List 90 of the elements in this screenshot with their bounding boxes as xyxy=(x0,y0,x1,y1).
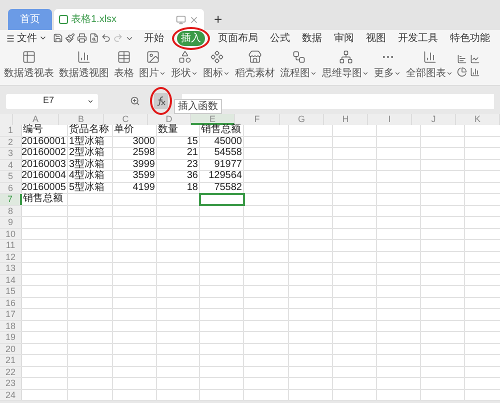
row-header[interactable]: 3 xyxy=(0,148,22,158)
menu-tab[interactable]: 公式 xyxy=(266,30,294,46)
table-cell-text: 4型冰箱 xyxy=(69,170,105,182)
table-cell: 91977 xyxy=(214,158,242,170)
name-box[interactable]: E7 xyxy=(6,94,98,108)
menu-tab[interactable]: 审阅 xyxy=(330,30,358,46)
column-header[interactable]: G xyxy=(280,114,324,125)
table-cell: 单价 xyxy=(114,124,134,136)
table-cell: 20160001 xyxy=(22,136,66,148)
table-cell: 21 xyxy=(186,147,198,159)
ribbon-button[interactable]: 稻壳素材 xyxy=(234,50,276,81)
row-header[interactable]: 21 xyxy=(0,355,22,366)
row-header[interactable]: 10 xyxy=(0,228,22,239)
table-cell: 23 xyxy=(186,158,198,170)
row-header[interactable]: 16 xyxy=(0,298,22,308)
table-cell: 4199 xyxy=(132,182,155,194)
row-header[interactable]: 4 xyxy=(0,160,22,170)
ribbon-button[interactable]: 形状 xyxy=(170,50,199,81)
table-cell: 18 xyxy=(186,182,198,194)
row-header[interactable]: 7 xyxy=(0,194,22,204)
row-header[interactable]: 11 xyxy=(0,240,22,250)
table-cell: 20160003 xyxy=(22,158,66,170)
table-cell: 15 xyxy=(186,136,198,148)
row-header[interactable]: 22 xyxy=(0,366,22,377)
table-cell: 2598 xyxy=(132,147,155,159)
row-header[interactable]: 14 xyxy=(0,274,22,285)
ribbon-button[interactable]: 图标 xyxy=(202,50,231,81)
menu-tab[interactable]: 特色功能 xyxy=(446,30,494,46)
row-header[interactable]: 13 xyxy=(0,263,22,274)
menu-tab[interactable]: 页面布局 xyxy=(214,30,262,46)
table-cell-text: 20160005 xyxy=(22,182,66,192)
column-header[interactable]: B xyxy=(59,114,104,125)
ribbon-button[interactable]: 表格 xyxy=(113,50,135,81)
row-header[interactable]: 17 xyxy=(0,309,22,320)
ribbon-button[interactable]: 数据透视图 xyxy=(58,50,110,81)
menu-tab[interactable]: 视图 xyxy=(362,30,390,46)
table-cell-text: 2型冰箱 xyxy=(69,147,105,158)
row-header[interactable]: 15 xyxy=(0,286,22,296)
row-header[interactable]: 8 xyxy=(0,206,22,216)
row-header[interactable]: 18 xyxy=(0,320,22,331)
table-cell: 销售总额 xyxy=(23,193,63,205)
tooltip: 插入函数 xyxy=(174,99,222,114)
row-header[interactable]: 19 xyxy=(0,332,22,342)
ribbon-button[interactable]: 数据透视表 xyxy=(3,50,55,81)
table-cell: 5型冰箱 xyxy=(69,182,105,194)
row-header[interactable]: 2 xyxy=(0,136,22,147)
table-cell-text: 3型冰箱 xyxy=(69,158,105,170)
menu-tab[interactable]: 数据 xyxy=(298,30,326,46)
table-cell-text: 1型冰箱 xyxy=(69,136,105,146)
table-cell-text: 货品名称 xyxy=(69,124,109,136)
row-header[interactable]: 9 xyxy=(0,217,22,228)
table-cell: 3599 xyxy=(132,170,155,182)
column-header[interactable]: I xyxy=(368,114,412,125)
row-header[interactable]: 1 xyxy=(0,125,22,136)
row-header[interactable]: 6 xyxy=(0,182,22,193)
ribbon-button[interactable]: 思维导图 xyxy=(321,50,370,81)
table-cell: 36 xyxy=(186,170,198,182)
row-header[interactable]: 5 xyxy=(0,171,22,182)
table-cell: 3999 xyxy=(132,158,155,170)
row-header[interactable]: 20 xyxy=(0,344,22,354)
ribbon-button[interactable]: 全部图表 xyxy=(405,50,454,81)
column-header[interactable]: K xyxy=(456,114,500,125)
document-tab[interactable]: 表格1.xlsx xyxy=(54,9,204,30)
column-header[interactable]: F xyxy=(235,114,280,125)
ribbon-button[interactable]: 更多 xyxy=(373,50,402,81)
table-cell: 20160004 xyxy=(22,170,66,182)
table-cell: 75582 xyxy=(214,182,242,194)
menu-tab[interactable]: 插入 xyxy=(177,30,205,46)
home-tab[interactable]: 首页 xyxy=(8,9,52,30)
column-header[interactable]: J xyxy=(412,114,456,125)
row-header[interactable]: 12 xyxy=(0,252,22,262)
menu-tab[interactable]: 开发工具 xyxy=(394,30,442,46)
column-header[interactable]: H xyxy=(324,114,368,125)
table-cell: 54558 xyxy=(214,147,242,159)
row-header[interactable]: 23 xyxy=(0,378,22,388)
ribbon-button[interactable]: 图片 xyxy=(138,50,167,81)
table-cell: 129564 xyxy=(208,170,242,182)
table-cell: 数量 xyxy=(158,124,178,136)
column-header[interactable]: C xyxy=(104,114,148,125)
table-cell: 20160002 xyxy=(22,147,66,159)
column-header[interactable]: E xyxy=(191,114,235,125)
table-cell: 45000 xyxy=(214,136,242,148)
row-header[interactable]: 24 xyxy=(0,390,22,400)
file-menu[interactable]: 文件 xyxy=(6,30,47,46)
table-cell: 编号 xyxy=(23,124,43,136)
table-cell: 销售总额 xyxy=(201,124,241,136)
new-tab-button[interactable]: + xyxy=(206,9,230,30)
menu-tab[interactable]: 开始 xyxy=(140,30,168,46)
table-cell: 3000 xyxy=(132,136,155,148)
ribbon-button[interactable]: 流程图 xyxy=(279,50,318,81)
